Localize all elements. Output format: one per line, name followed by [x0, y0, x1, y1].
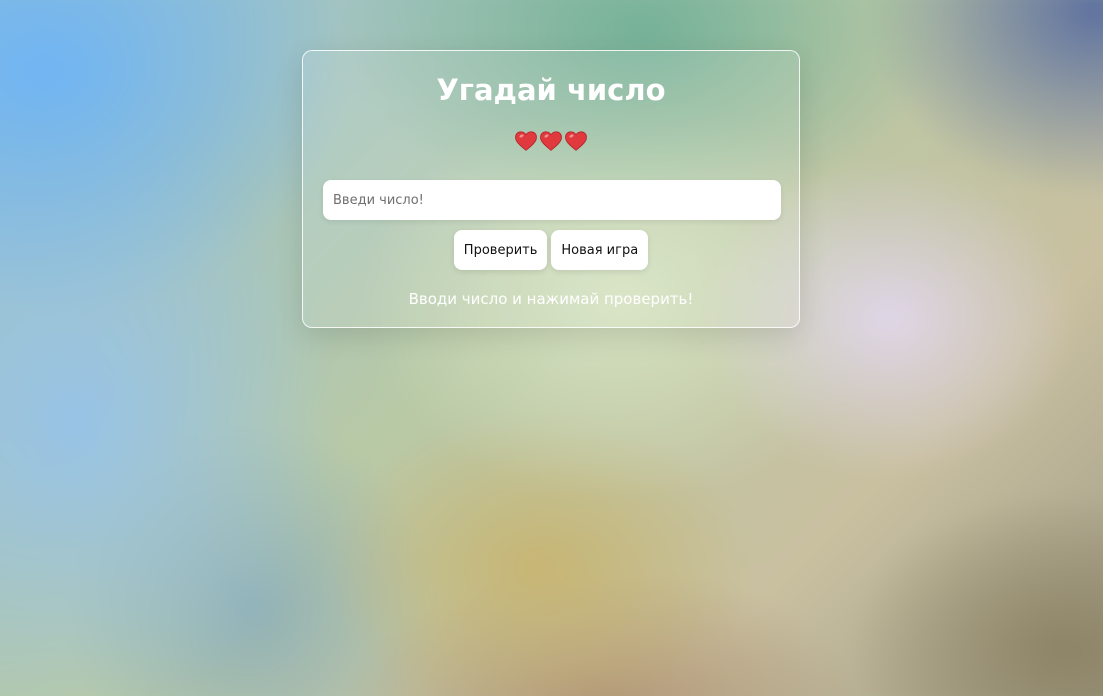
heart-icon — [565, 131, 587, 151]
game-title: Угадай число — [436, 73, 666, 107]
heart-icon — [540, 131, 562, 151]
button-row: Проверить Новая игра — [303, 230, 799, 270]
number-input[interactable] — [323, 180, 781, 220]
game-card: Угадай число Проверить Новая игра Вводи … — [302, 50, 800, 328]
lives-indicator — [303, 129, 799, 157]
status-message: Вводи число и нажимай проверить! — [408, 290, 694, 308]
heart-icon — [515, 131, 537, 151]
check-button[interactable]: Проверить — [453, 230, 548, 270]
new-game-button[interactable]: Новая игра — [551, 230, 649, 270]
